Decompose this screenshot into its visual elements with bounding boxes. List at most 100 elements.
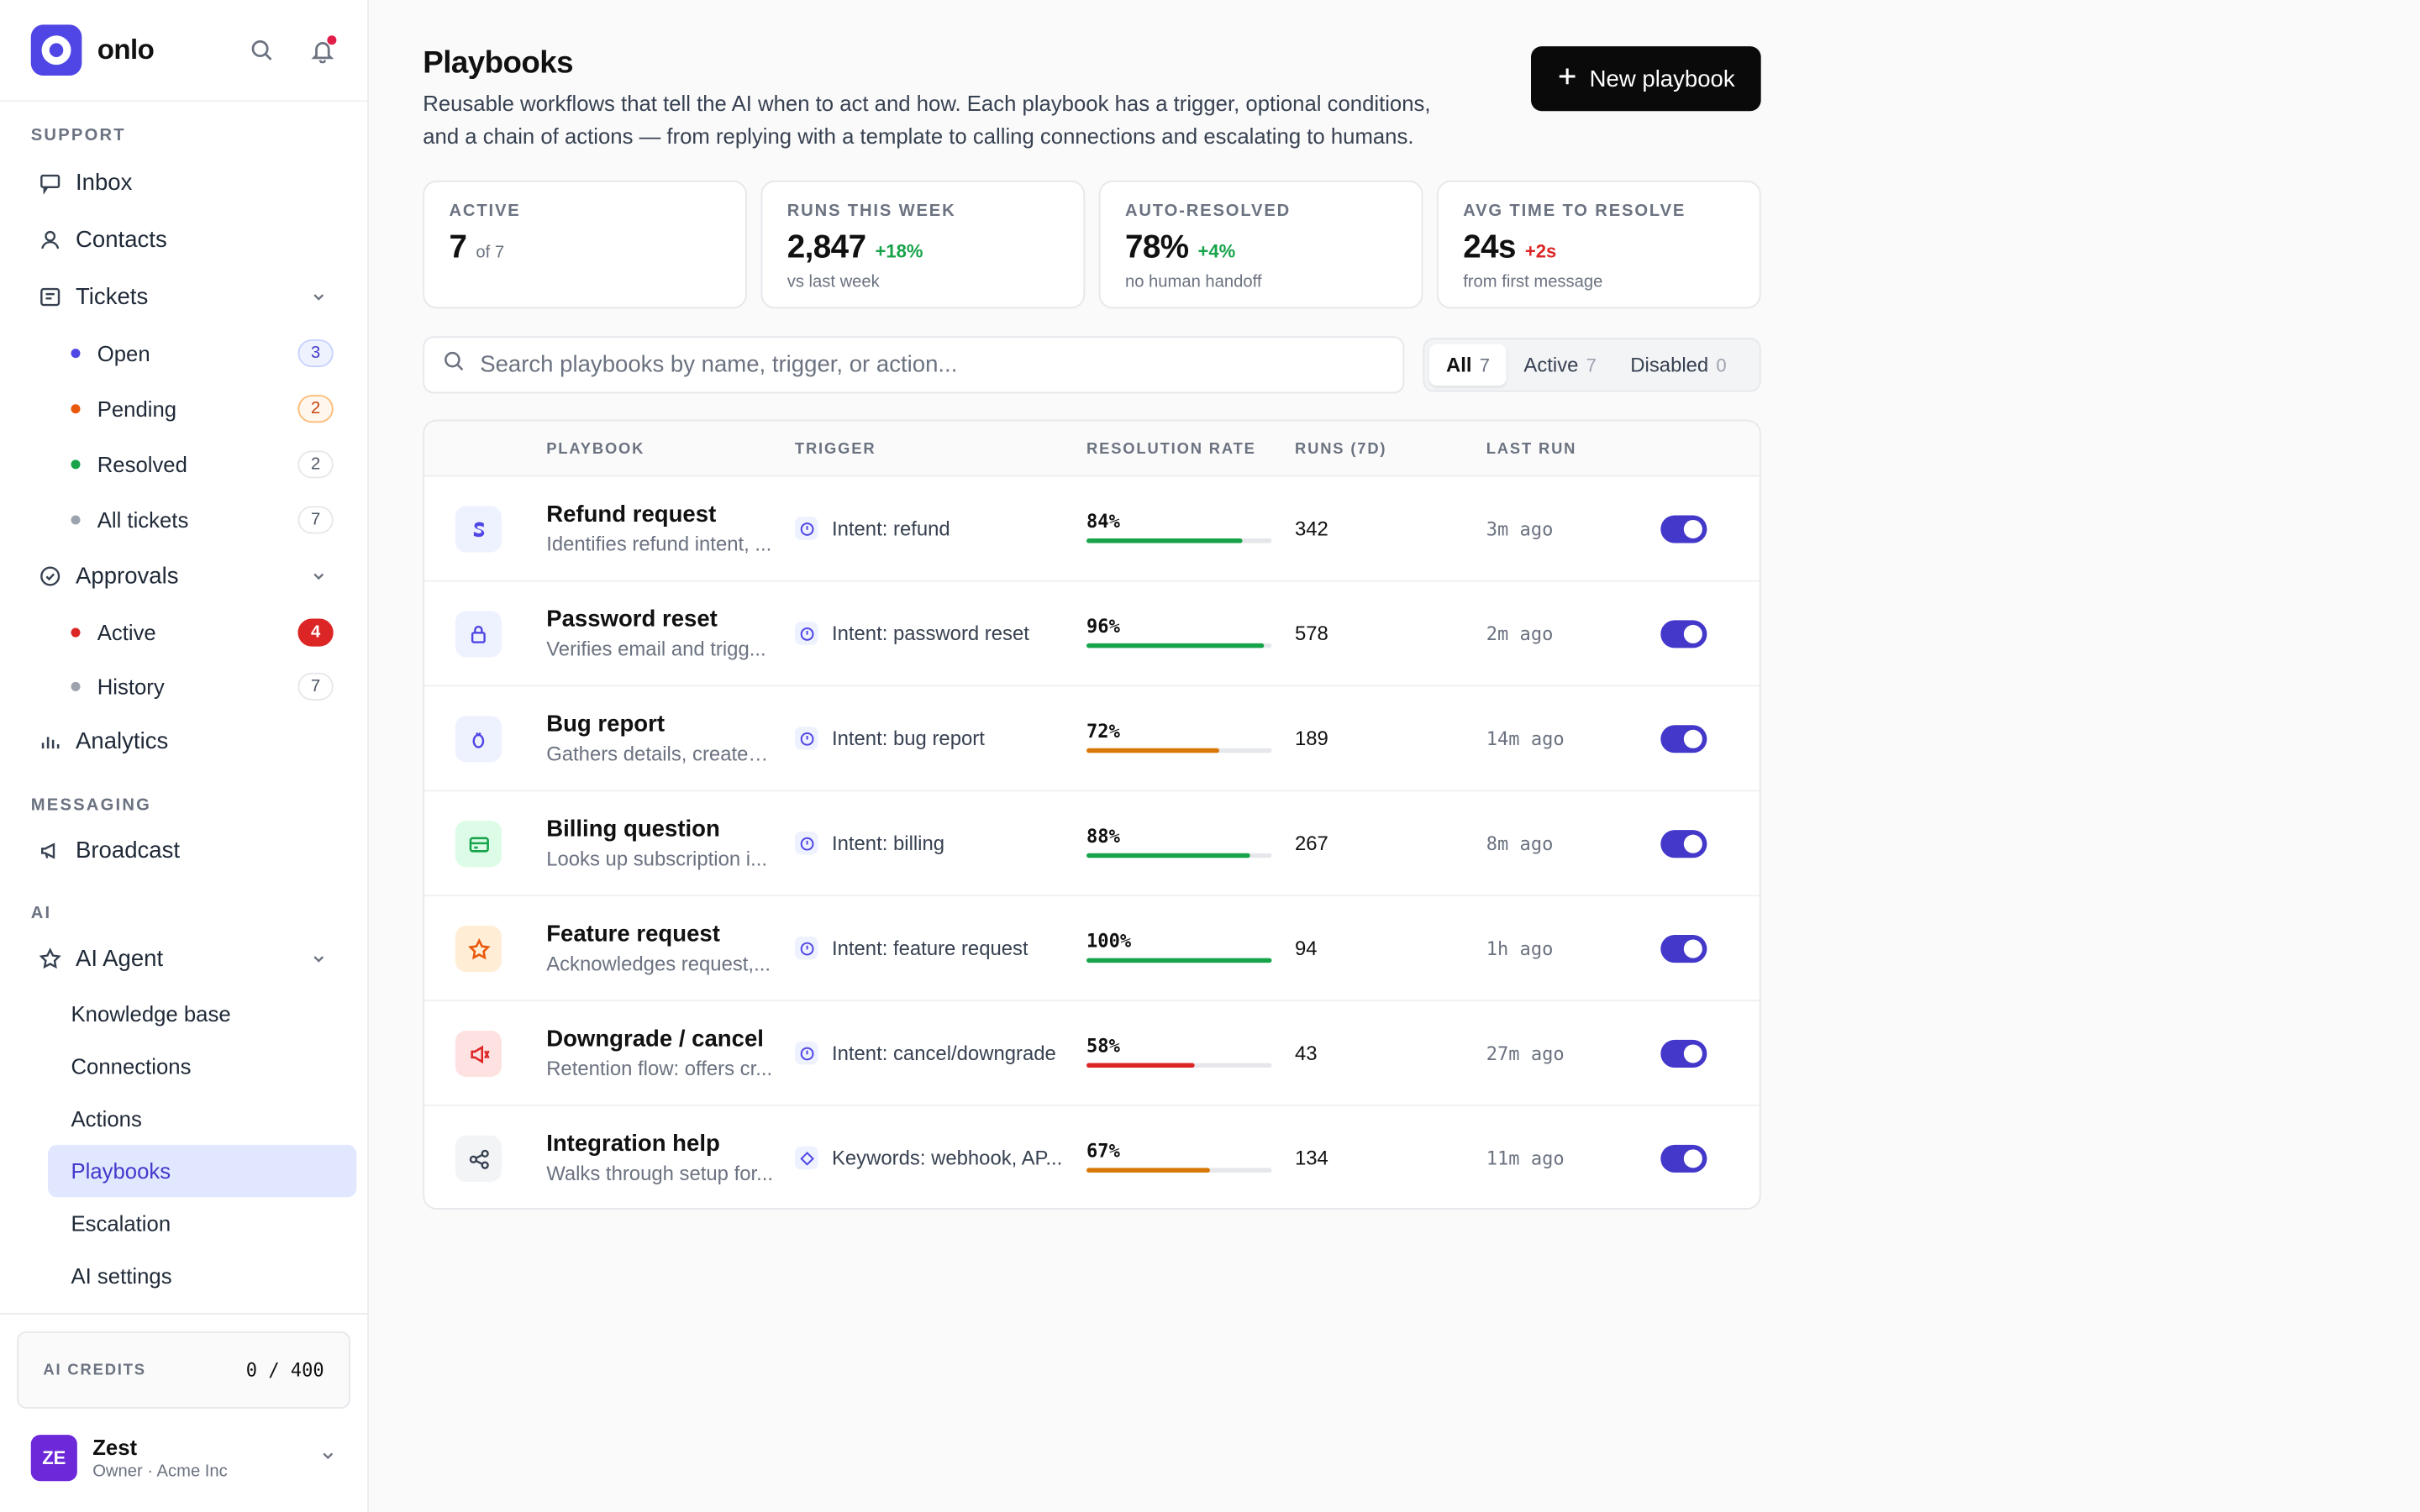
trigger-text: Intent: bug report (831, 727, 985, 750)
enabled-toggle[interactable] (1660, 1144, 1707, 1173)
playbook-name[interactable]: Feature request (546, 921, 720, 948)
playbook-name[interactable]: Integration help (546, 1131, 720, 1157)
sidebar-item-tickets[interactable]: Tickets (0, 269, 367, 326)
count-badge: 4 (297, 617, 334, 646)
resolution-rate-cell: 96% (1086, 616, 1272, 648)
sidebar-item-broadcast[interactable]: Broadcast (0, 822, 367, 879)
filter-label: Disabled (1630, 353, 1709, 377)
enabled-toggle[interactable] (1660, 620, 1707, 648)
playbook-name[interactable]: Downgrade / cancel (546, 1026, 764, 1052)
sidebar-item-escalation[interactable]: Escalation (0, 1197, 367, 1249)
toggle-knob (1683, 834, 1702, 853)
star-icon (455, 926, 502, 973)
divider (0, 1313, 368, 1315)
playbook-name[interactable]: Billing question (546, 816, 720, 843)
logo[interactable] (30, 24, 82, 76)
notification-dot (327, 34, 337, 45)
filter-count: 7 (1586, 354, 1597, 376)
sidebar-item-ai-settings[interactable]: AI settings (0, 1250, 367, 1302)
table-row[interactable]: Feature request Acknowledges request,...… (424, 896, 1760, 1002)
resolution-rate-cell: 88% (1086, 825, 1272, 858)
column-header-runs[interactable]: RUNS (7D) (1295, 441, 1386, 458)
chevron-down-icon[interactable] (319, 1444, 336, 1472)
sidebar-item-all-tickets[interactable]: All tickets 7 (0, 492, 367, 548)
playbook-name[interactable]: Password reset (546, 606, 718, 633)
table-row[interactable]: Refund request Identifies refund intent,… (424, 477, 1760, 582)
column-header-trigger[interactable]: TRIGGER (795, 441, 876, 458)
stat-card-active: ACTIVE 7 of 7 (423, 180, 747, 309)
stat-delta: of 7 (476, 244, 505, 263)
playbook-name[interactable]: Bug report (546, 711, 665, 738)
sidebar-item-label: Open (97, 340, 150, 366)
playbook-name[interactable]: Refund request (546, 501, 716, 528)
table-row[interactable]: Integration help Walks through setup for… (424, 1106, 1760, 1208)
runs-count: 43 (1294, 1041, 1318, 1065)
status-dot (71, 404, 81, 414)
chevron-down-icon[interactable] (306, 564, 330, 588)
stat-label: ACTIVE (449, 202, 521, 221)
filter-disabled[interactable]: Disabled 0 (1613, 344, 1744, 386)
runs-count: 189 (1294, 727, 1328, 750)
new-playbook-button[interactable]: New playbook (1531, 46, 1761, 112)
sidebar-item-approvals[interactable]: Approvals (0, 548, 367, 605)
resolution-rate-fill (1086, 538, 1243, 543)
chevron-down-icon[interactable] (306, 285, 330, 309)
status-dot (71, 627, 81, 637)
megaphone-icon (37, 838, 61, 863)
stat-value: 24s (1463, 229, 1516, 265)
last-run: 2m ago (1486, 623, 1554, 645)
sidebar-item-knowledge-base[interactable]: Knowledge base (0, 987, 367, 1039)
sidebar-item-history[interactable]: History 7 (0, 659, 367, 712)
table-row[interactable]: Password reset Verifies email and trigg.… (424, 581, 1760, 687)
status-dot (71, 349, 81, 359)
search-input[interactable] (480, 351, 1385, 378)
enabled-toggle[interactable] (1660, 515, 1707, 543)
playbooks-table: PLAYBOOK TRIGGER RESOLUTION RATE RUNS (7… (423, 419, 1761, 1210)
column-header-playbook[interactable]: PLAYBOOK (546, 441, 644, 458)
resolution-rate-bar (1086, 538, 1272, 543)
sidebar-item-connections[interactable]: Connections (0, 1040, 367, 1092)
enabled-toggle[interactable] (1660, 1039, 1707, 1068)
bell-icon[interactable] (308, 34, 337, 64)
page-description: Reusable workflows that tell the AI when… (423, 91, 1431, 149)
filter-active[interactable]: Active 7 (1507, 344, 1613, 386)
lock-icon (455, 611, 502, 658)
sidebar-item-pending[interactable]: Pending 2 (0, 381, 367, 437)
sidebar-item-approvals-active[interactable]: Active 4 (0, 605, 367, 659)
resolution-rate-value: 88% (1086, 825, 1120, 848)
sidebar-item-inbox[interactable]: Inbox (0, 155, 367, 212)
enabled-toggle[interactable] (1660, 830, 1707, 858)
table-row[interactable]: Bug report Gathers details, creates... I… (424, 686, 1760, 792)
runs-count: 342 (1294, 517, 1328, 540)
table-row[interactable]: Billing question Looks up subscription i… (424, 791, 1760, 897)
sidebar-item-label: Contacts (75, 226, 167, 254)
brand-name: onlo (97, 34, 155, 66)
user-role: Owner · Acme Inc (92, 1462, 228, 1482)
sidebar-item-open[interactable]: Open 3 (0, 326, 367, 381)
enabled-toggle[interactable] (1660, 935, 1707, 963)
sidebar: onlo SUPPORT Inbox Contacts Tickets Open… (0, 0, 369, 1512)
column-header-resolution-rate[interactable]: RESOLUTION RATE (1086, 441, 1256, 458)
user-menu[interactable]: ZE Zest Owner · Acme Inc (30, 1431, 337, 1483)
trigger-cell: Intent: feature request (794, 936, 1028, 960)
chevron-down-icon[interactable] (306, 947, 330, 971)
playbook-description: Looks up subscription i... (546, 847, 767, 870)
sidebar-item-actions[interactable]: Actions (0, 1092, 367, 1144)
search-icon[interactable] (247, 36, 275, 64)
sidebar-item-playbooks[interactable]: Playbooks (47, 1144, 357, 1198)
last-run: 14m ago (1486, 727, 1565, 750)
megaphone-off-icon (455, 1030, 502, 1078)
search-box[interactable] (423, 336, 1405, 394)
column-header-last-run[interactable]: LAST RUN (1486, 441, 1577, 458)
sidebar-item-contacts[interactable]: Contacts (0, 212, 367, 269)
sidebar-item-ai-agent[interactable]: AI Agent (0, 931, 367, 988)
new-playbook-label: New playbook (1589, 66, 1735, 92)
sidebar-item-resolved[interactable]: Resolved 2 (0, 437, 367, 492)
table-row[interactable]: Downgrade / cancel Retention flow: offer… (424, 1001, 1760, 1106)
intent-icon (794, 936, 818, 960)
sidebar-item-analytics[interactable]: Analytics (0, 713, 367, 770)
enabled-toggle[interactable] (1660, 725, 1707, 753)
filter-all[interactable]: All 7 (1428, 344, 1507, 386)
sidebar-item-label: Approvals (75, 563, 179, 590)
resolution-rate-bar (1086, 1168, 1272, 1173)
